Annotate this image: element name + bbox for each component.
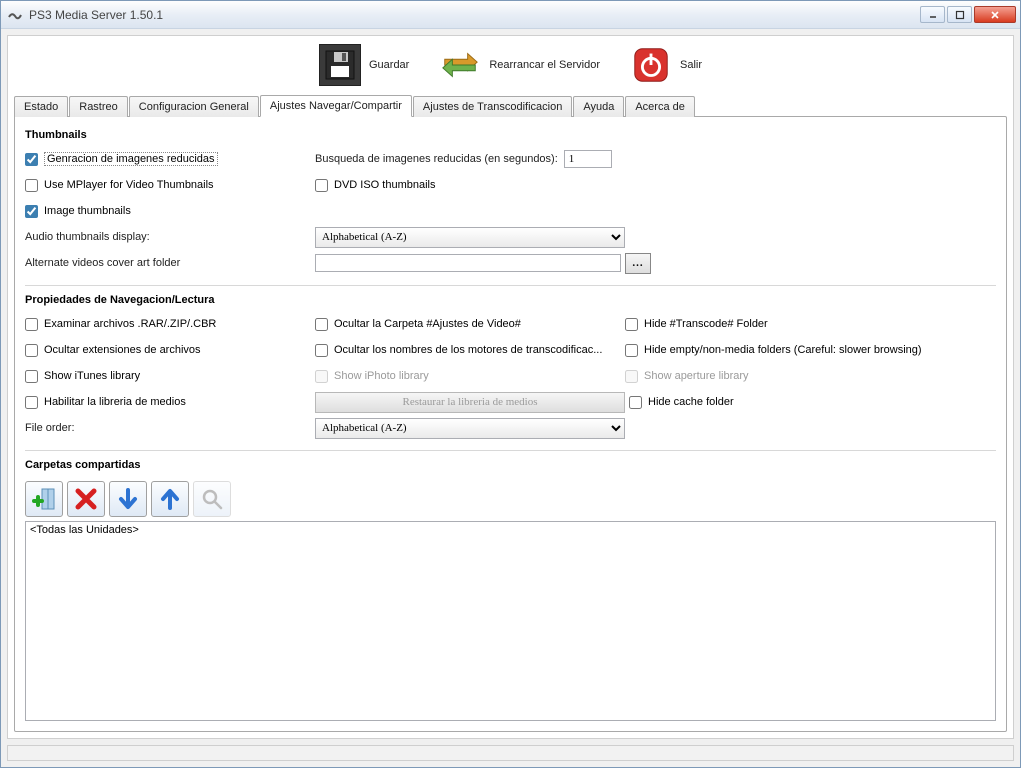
- checkbox-enable-medialib[interactable]: Habilitar la libreria de medios: [25, 396, 186, 409]
- tab-strip: Estado Rastreo Configuracion General Aju…: [8, 94, 1013, 116]
- minimize-button[interactable]: [920, 6, 945, 23]
- tab-estado[interactable]: Estado: [14, 96, 68, 117]
- status-bar: [7, 745, 1014, 761]
- seek-input[interactable]: [564, 150, 612, 168]
- gen-reduced-label: Genracion de imagenes reducidas: [44, 152, 218, 166]
- checkbox-archives[interactable]: Examinar archivos .RAR/.ZIP/.CBR: [25, 318, 216, 331]
- move-up-button[interactable]: [151, 481, 189, 517]
- browse-button[interactable]: ...: [625, 253, 651, 274]
- audio-display-label: Audio thumbnails display:: [25, 231, 150, 243]
- tab-config-general[interactable]: Configuracion General: [129, 96, 259, 117]
- checkbox-iphoto: Show iPhoto library: [315, 370, 429, 383]
- seek-label: Busqueda de imagenes reducidas (en segun…: [315, 153, 558, 165]
- checkbox-aperture: Show aperture library: [625, 370, 749, 383]
- tab-panel: Thumbnails Genracion de imagenes reducid…: [14, 116, 1007, 732]
- checkbox-itunes[interactable]: Show iTunes library: [25, 370, 140, 383]
- checkbox-hide-empty[interactable]: Hide empty/non-media folders (Careful: s…: [625, 344, 922, 357]
- dvd-iso-label: DVD ISO thumbnails: [334, 179, 435, 191]
- app-icon: [7, 7, 23, 23]
- close-button[interactable]: [974, 6, 1016, 23]
- save-button[interactable]: Guardar: [311, 42, 417, 88]
- restart-button[interactable]: Rearrancar el Servidor: [431, 42, 608, 88]
- navigation-heading: Propiedades de Navegacion/Lectura: [25, 294, 996, 306]
- titlebar: PS3 Media Server 1.50.1: [1, 1, 1020, 29]
- restart-icon: [439, 44, 481, 86]
- toolbar: Guardar Rearrancar el Servidor Salir: [8, 36, 1013, 94]
- alt-folder-input[interactable]: [315, 254, 621, 272]
- checkbox-mplayer[interactable]: Use MPlayer for Video Thumbnails: [25, 179, 214, 192]
- file-order-label: File order:: [25, 422, 75, 434]
- image-thumbs-label: Image thumbnails: [44, 205, 131, 217]
- window-title: PS3 Media Server 1.50.1: [29, 8, 920, 22]
- floppy-icon: [319, 44, 361, 86]
- remove-folder-button[interactable]: [67, 481, 105, 517]
- window-controls: [920, 6, 1016, 23]
- arrow-down-icon: [116, 487, 140, 511]
- audio-display-select[interactable]: Alphabetical (A-Z): [315, 227, 625, 248]
- add-folder-icon: [32, 487, 56, 511]
- app-window: PS3 Media Server 1.50.1 Guardar Rearranc…: [0, 0, 1021, 768]
- checkbox-hide-video-settings[interactable]: Ocultar la Carpeta #Ajustes de Video#: [315, 318, 521, 331]
- delete-icon: [74, 487, 98, 511]
- checkbox-hide-engines[interactable]: Ocultar los nombres de los motores de tr…: [315, 344, 602, 357]
- alt-folder-label: Alternate videos cover art folder: [25, 257, 180, 269]
- tab-ayuda[interactable]: Ayuda: [573, 96, 624, 117]
- tab-navegar-compartir[interactable]: Ajustes Navegar/Compartir: [260, 95, 412, 117]
- mplayer-label: Use MPlayer for Video Thumbnails: [44, 179, 214, 191]
- shared-folders-list[interactable]: <Todas las Unidades>: [25, 521, 996, 721]
- tab-acerca-de[interactable]: Acerca de: [625, 96, 695, 117]
- divider-2: [25, 450, 996, 451]
- maximize-button[interactable]: [947, 6, 972, 23]
- search-icon: [200, 487, 224, 511]
- checkbox-hide-transcode[interactable]: Hide #Transcode# Folder: [625, 318, 768, 331]
- arrow-up-icon: [158, 487, 182, 511]
- scan-button: [193, 481, 231, 517]
- shared-heading: Carpetas compartidas: [25, 459, 996, 471]
- add-folder-button[interactable]: [25, 481, 63, 517]
- checkbox-gen-reduced[interactable]: Genracion de imagenes reducidas: [25, 152, 218, 166]
- content-area: Guardar Rearrancar el Servidor Salir Est…: [7, 35, 1014, 739]
- restart-label: Rearrancar el Servidor: [489, 59, 600, 71]
- move-down-button[interactable]: [109, 481, 147, 517]
- power-icon: [630, 44, 672, 86]
- folder-toolbar: [25, 481, 996, 517]
- checkbox-hide-cache[interactable]: Hide cache folder: [629, 396, 734, 409]
- quit-button[interactable]: Salir: [622, 42, 710, 88]
- checkbox-image-thumbs[interactable]: Image thumbnails: [25, 205, 131, 218]
- tab-transcodificacion[interactable]: Ajustes de Transcodificacion: [413, 96, 572, 117]
- thumbnails-heading: Thumbnails: [25, 129, 996, 141]
- quit-label: Salir: [680, 59, 702, 71]
- save-label: Guardar: [369, 59, 409, 71]
- reset-medialib-button: Restaurar la libreria de medios: [315, 392, 625, 413]
- list-item[interactable]: <Todas las Unidades>: [30, 524, 991, 536]
- checkbox-hide-ext[interactable]: Ocultar extensiones de archivos: [25, 344, 201, 357]
- file-order-select[interactable]: Alphabetical (A-Z): [315, 418, 625, 439]
- divider: [25, 285, 996, 286]
- tab-rastreo[interactable]: Rastreo: [69, 96, 128, 117]
- checkbox-dvd-iso[interactable]: DVD ISO thumbnails: [315, 179, 435, 192]
